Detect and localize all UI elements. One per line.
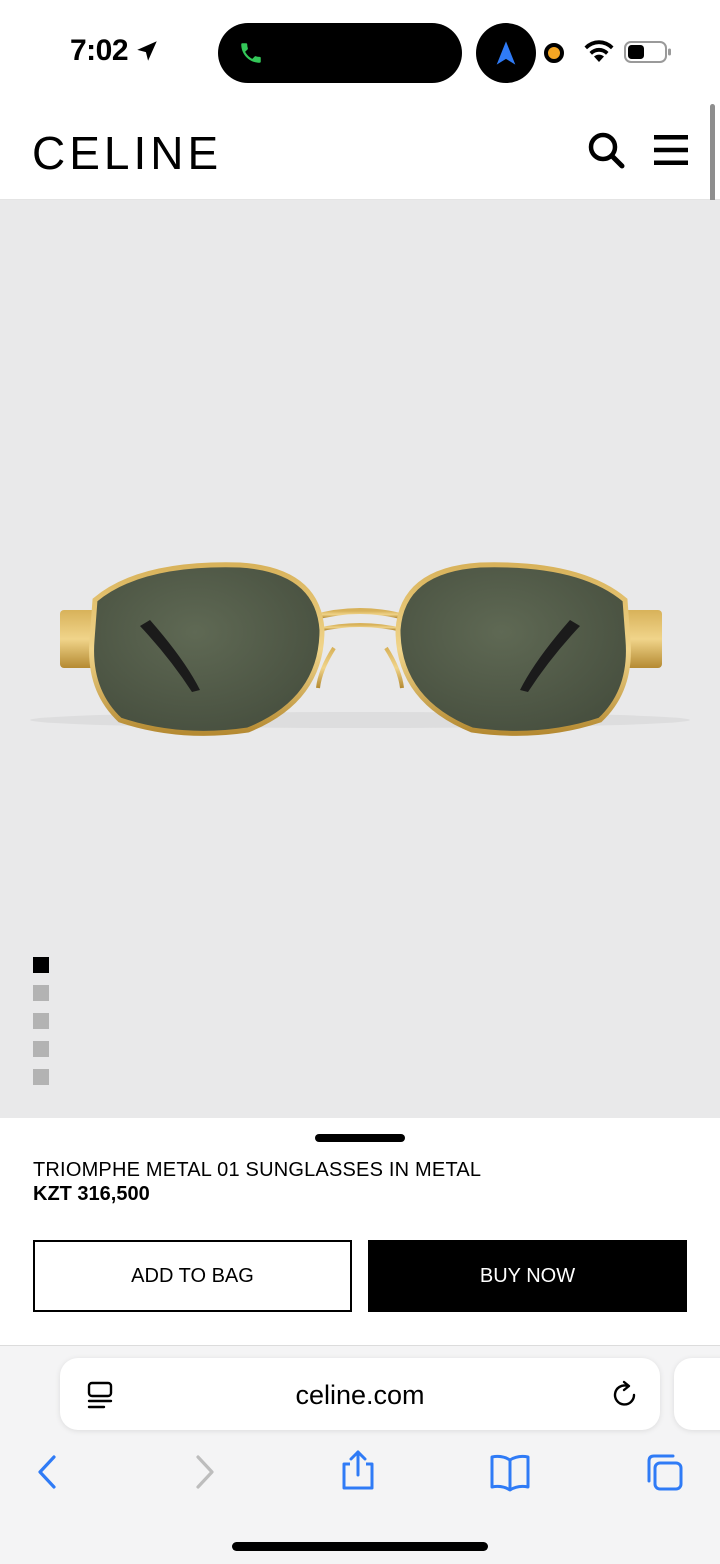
celine-logo[interactable]: CELINE [32,126,222,180]
next-tab-peek[interactable] [674,1358,720,1430]
address-bar[interactable]: celine.com [60,1358,660,1430]
tabs-icon[interactable] [642,1452,686,1492]
hamburger-menu-icon[interactable] [652,132,690,168]
back-icon[interactable] [26,1452,70,1492]
share-icon[interactable] [336,1448,380,1492]
product-name: TRIOMPHE METAL 01 SUNGLASSES IN METAL [33,1159,482,1181]
gallery-dot[interactable] [33,1041,49,1057]
home-indicator[interactable] [232,1542,488,1551]
gallery-dot-active[interactable] [33,957,49,973]
battery-icon [624,41,671,63]
navigation-icon [496,41,516,65]
browser-bottom-bar: celine.com [0,1346,720,1564]
site-header: CELINE [0,100,720,200]
reload-icon[interactable] [610,1380,640,1410]
phone-call-icon [241,43,261,63]
add-to-bag-button[interactable]: ADD TO BAG [33,1240,352,1312]
gallery-dot[interactable] [33,985,49,1001]
navigation-indicator[interactable] [476,23,536,83]
recording-indicator-dot [544,43,564,63]
buy-now-button[interactable]: BUY NOW [368,1240,687,1312]
product-price: KZT 316,500 [33,1183,150,1205]
status-time: 7:02 [70,34,160,68]
product-image-gallery[interactable] [0,200,720,1118]
wifi-icon [584,40,614,62]
dynamic-island[interactable] [218,23,462,83]
forward-icon[interactable] [182,1452,226,1492]
search-icon[interactable] [586,130,626,170]
bookmarks-icon[interactable] [488,1452,532,1492]
sheet-grabber-handle[interactable] [315,1134,405,1142]
gallery-pagination [33,957,49,1085]
gallery-dot[interactable] [33,1013,49,1029]
location-arrow-icon [137,41,157,61]
product-info-sheet: TRIOMPHE METAL 01 SUNGLASSES IN METAL KZ… [0,1118,720,1346]
time-text: 7:02 [70,34,129,67]
sunglasses-product-photo [30,562,690,736]
url-text[interactable]: celine.com [60,1380,660,1411]
status-bar: 7:02 [0,0,720,100]
gallery-dot[interactable] [33,1069,49,1085]
